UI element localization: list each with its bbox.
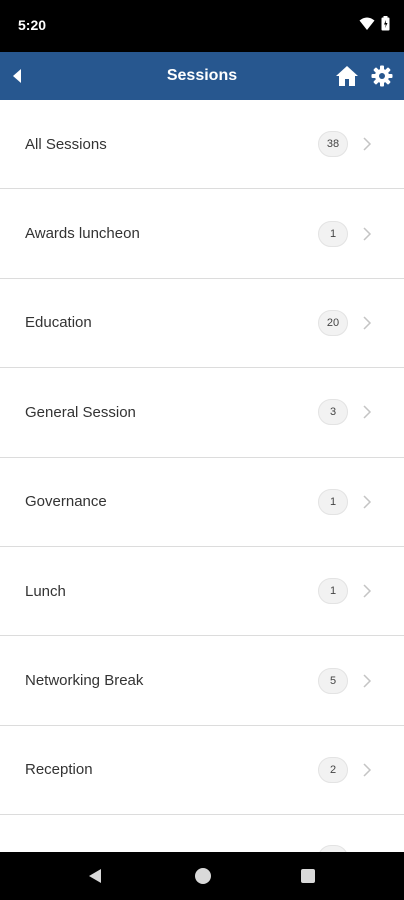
count-badge: 1 bbox=[318, 488, 348, 515]
chevron-right-icon bbox=[363, 763, 372, 777]
nav-home-icon[interactable] bbox=[195, 868, 211, 884]
list-item[interactable]: Education 20 bbox=[0, 279, 404, 369]
chevron-right-icon bbox=[363, 405, 372, 419]
chevron-right-icon bbox=[363, 674, 372, 688]
list-item-label: Reception bbox=[25, 761, 93, 779]
list-item[interactable]: Reception 2 bbox=[0, 726, 404, 816]
list-item[interactable] bbox=[0, 815, 404, 852]
count-badge: 3 bbox=[318, 399, 348, 426]
nav-recents-icon[interactable] bbox=[301, 869, 315, 883]
battery-icon bbox=[381, 16, 390, 31]
chevron-right-icon bbox=[363, 227, 372, 241]
list-item-label: All Sessions bbox=[25, 135, 107, 153]
list-item-label: Governance bbox=[25, 493, 107, 511]
gear-icon[interactable] bbox=[370, 64, 394, 88]
count-badge: 1 bbox=[318, 578, 348, 605]
count-badge: 2 bbox=[318, 756, 348, 783]
list-item-label: Awards luncheon bbox=[25, 225, 140, 243]
list-item[interactable]: Governance 1 bbox=[0, 458, 404, 547]
wifi-icon bbox=[359, 17, 375, 30]
system-nav-bar bbox=[0, 852, 404, 900]
sessions-list: All Sessions 38 Awards luncheon 1 Educat… bbox=[0, 100, 404, 852]
status-icons bbox=[359, 16, 390, 31]
app-bar: Sessions bbox=[0, 52, 404, 100]
chevron-right-icon bbox=[363, 316, 372, 330]
status-time: 5:20 bbox=[18, 17, 47, 33]
chevron-right-icon bbox=[363, 495, 372, 509]
nav-back-icon[interactable] bbox=[88, 868, 102, 884]
home-icon[interactable] bbox=[335, 64, 359, 88]
count-badge: 1 bbox=[318, 220, 348, 247]
count-badge: 5 bbox=[318, 667, 348, 694]
status-bar: 5:20 bbox=[0, 0, 404, 52]
count-badge bbox=[318, 845, 348, 852]
count-badge: 20 bbox=[318, 309, 348, 336]
list-item-label: General Session bbox=[25, 403, 136, 421]
list-item[interactable]: General Session 3 bbox=[0, 368, 404, 458]
list-item[interactable]: Lunch 1 bbox=[0, 547, 404, 637]
chevron-right-icon bbox=[363, 137, 372, 151]
list-item[interactable]: Awards luncheon 1 bbox=[0, 189, 404, 279]
list-item[interactable]: All Sessions 38 bbox=[0, 100, 404, 190]
list-item[interactable]: Networking Break 5 bbox=[0, 636, 404, 726]
list-item-label: Networking Break bbox=[25, 672, 144, 690]
list-item-label: Lunch bbox=[25, 582, 66, 600]
list-item-label: Education bbox=[25, 314, 92, 332]
chevron-right-icon bbox=[363, 584, 372, 598]
count-badge: 38 bbox=[318, 131, 348, 158]
